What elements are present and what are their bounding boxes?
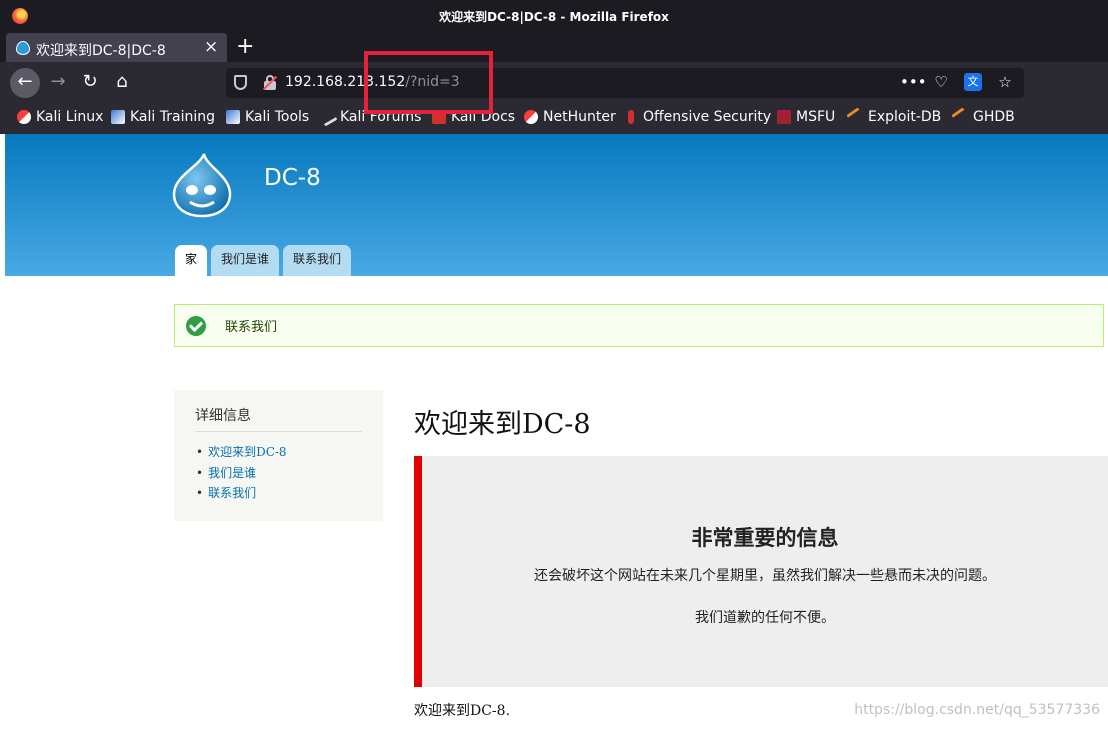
bookmark-star-icon[interactable]: ☆ bbox=[996, 73, 1014, 91]
primary-tabs: 家 我们是谁 联系我们 bbox=[175, 245, 352, 276]
sidebar-link-about[interactable]: 我们是谁 bbox=[196, 463, 287, 484]
window-titlebar: 欢迎来到DC-8|DC-8 - Mozilla Firefox bbox=[0, 0, 1108, 32]
check-icon bbox=[186, 316, 206, 336]
sidebar-block: 详细信息 欢迎来到DC-8 我们是谁 联系我们 bbox=[174, 390, 383, 521]
page-content: DC-8 家 我们是谁 联系我们 联系我们 详细信息 欢迎来到DC-8 我们是谁… bbox=[5, 134, 1108, 729]
drupal-favicon-icon bbox=[16, 41, 30, 55]
offsec-icon bbox=[628, 110, 634, 124]
insecure-lock-icon[interactable] bbox=[262, 75, 278, 91]
notice-line-1: 还会破坏这个网站在未来几个星期里，虽然我们解决一些悬而未决的问题。 bbox=[534, 568, 996, 584]
exploit-db-icon bbox=[846, 107, 866, 127]
kali-forums-icon bbox=[318, 107, 338, 127]
kali-tools-icon bbox=[226, 110, 240, 124]
page-actions-menu-icon[interactable]: ••• bbox=[900, 73, 927, 91]
body-text: 欢迎来到DC-8. bbox=[414, 703, 511, 719]
drupal-logo-icon[interactable] bbox=[172, 152, 232, 218]
bookmark-msfu[interactable]: MSFU bbox=[777, 109, 835, 125]
new-tab-button[interactable]: + bbox=[236, 34, 254, 59]
status-message: 联系我们 bbox=[174, 304, 1104, 347]
watermark: https://blog.csdn.net/qq_53577336 bbox=[854, 702, 1100, 718]
notice-heading: 非常重要的信息 bbox=[691, 526, 839, 550]
translate-icon[interactable]: 文 bbox=[964, 73, 982, 91]
url-actions: ••• ♡ 文 ☆ bbox=[900, 73, 1014, 91]
bookmark-exploit-db[interactable]: Exploit-DB bbox=[846, 107, 941, 127]
browser-tab[interactable]: 欢迎来到DC-8|DC-8 × bbox=[6, 33, 227, 63]
tab-about-us[interactable]: 我们是谁 bbox=[211, 245, 280, 276]
close-tab-icon[interactable]: × bbox=[204, 37, 218, 57]
sidebar-link-welcome[interactable]: 欢迎来到DC-8 bbox=[196, 442, 287, 463]
status-message-text: 联系我们 bbox=[225, 320, 278, 335]
important-notice: 非常重要的信息 还会破坏这个网站在未来几个星期里，虽然我们解决一些悬而未决的问题… bbox=[414, 456, 1108, 687]
page-title: 欢迎来到DC-8 bbox=[414, 409, 591, 440]
sidebar-link-contact[interactable]: 联系我们 bbox=[196, 483, 287, 504]
msfu-icon bbox=[777, 110, 791, 124]
bookmark-ghdb[interactable]: GHDB bbox=[951, 107, 1015, 127]
sidebar-links: 欢迎来到DC-8 我们是谁 联系我们 bbox=[196, 442, 287, 504]
sidebar-title: 详细信息 bbox=[195, 405, 362, 432]
tab-title: 欢迎来到DC-8|DC-8 bbox=[36, 43, 166, 59]
tab-home[interactable]: 家 bbox=[175, 245, 208, 276]
bookmark-kali-tools[interactable]: Kali Tools bbox=[226, 109, 309, 125]
window-title: 欢迎来到DC-8|DC-8 - Mozilla Firefox bbox=[439, 10, 669, 24]
nethunter-icon bbox=[524, 110, 538, 124]
forward-button[interactable]: → bbox=[43, 68, 73, 98]
notice-line-2: 我们道歉的任何不便。 bbox=[695, 610, 835, 626]
tab-strip: 欢迎来到DC-8|DC-8 × + bbox=[0, 32, 1108, 63]
navigation-toolbar: ← → ↻ ⌂ 192.168.213.152/?nid=3 ••• ♡ 文 ☆ bbox=[0, 62, 1108, 102]
back-button[interactable]: ← bbox=[10, 68, 40, 98]
site-name[interactable]: DC-8 bbox=[264, 165, 321, 191]
bookmarks-toolbar: Kali Linux Kali Training Kali Tools Kali… bbox=[0, 102, 1108, 134]
kali-icon bbox=[17, 110, 31, 124]
bookmark-kali-training[interactable]: Kali Training bbox=[111, 109, 215, 125]
reload-button[interactable]: ↻ bbox=[75, 68, 105, 98]
tracking-protection-shield-icon[interactable] bbox=[234, 75, 247, 90]
kali-training-icon bbox=[111, 110, 125, 124]
bookmark-offensive-security[interactable]: Offensive Security bbox=[624, 109, 771, 125]
pocket-icon[interactable]: ♡ bbox=[932, 73, 950, 91]
ghdb-icon bbox=[951, 107, 971, 127]
url-bar[interactable]: 192.168.213.152/?nid=3 ••• ♡ 文 ☆ bbox=[226, 68, 1024, 98]
bookmark-kali-linux[interactable]: Kali Linux bbox=[17, 109, 103, 125]
home-button[interactable]: ⌂ bbox=[107, 68, 137, 98]
tab-contact-us[interactable]: 联系我们 bbox=[283, 245, 352, 276]
site-header: DC-8 家 我们是谁 联系我们 bbox=[5, 134, 1108, 276]
highlight-box bbox=[364, 51, 493, 114]
bookmark-nethunter[interactable]: NetHunter bbox=[524, 109, 616, 125]
